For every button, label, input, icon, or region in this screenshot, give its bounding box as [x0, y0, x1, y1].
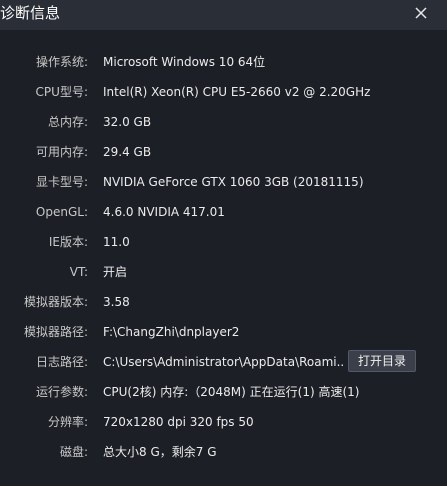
- vt-label: VT:: [69, 265, 88, 279]
- row-disk: 磁盘: 总大小8 G，剩余7 G: [0, 437, 447, 467]
- cpu-value: Intel(R) Xeon(R) CPU E5-2660 v2 @ 2.20GH…: [103, 85, 371, 99]
- close-icon[interactable]: [411, 3, 431, 23]
- available-memory-value: 29.4 GB: [103, 145, 152, 159]
- emulator-path-value: F:\ChangZhi\dnplayer2: [103, 325, 240, 339]
- resolution-label: 分辨率:: [47, 415, 88, 429]
- row-resolution: 分辨率: 720x1280 dpi 320 fps 50: [0, 407, 447, 437]
- os-label: 操作系统:: [35, 55, 88, 69]
- emulator-version-label: 模拟器版本:: [23, 295, 88, 309]
- row-cpu: CPU型号: Intel(R) Xeon(R) CPU E5-2660 v2 @…: [0, 77, 447, 107]
- row-available-memory: 可用内存: 29.4 GB: [0, 137, 447, 167]
- row-run-params: 运行参数: CPU(2核) 内存:（2048M) 正在运行(1) 高速(1): [0, 377, 447, 407]
- opengl-value: 4.6.0 NVIDIA 417.01: [103, 205, 225, 219]
- row-emulator-path: 模拟器路径: F:\ChangZhi\dnplayer2: [0, 317, 447, 347]
- total-memory-label: 总内存:: [47, 115, 88, 129]
- resolution-value: 720x1280 dpi 320 fps 50: [103, 415, 254, 429]
- row-total-memory: 总内存: 32.0 GB: [0, 107, 447, 137]
- row-vt: VT: 开启: [0, 257, 447, 287]
- row-opengl: OpenGL: 4.6.0 NVIDIA 417.01: [0, 197, 447, 227]
- os-value: Microsoft Windows 10 64位: [103, 55, 266, 69]
- total-memory-value: 32.0 GB: [103, 115, 152, 129]
- row-ie-version: IE版本: 11.0: [0, 227, 447, 257]
- opengl-label: OpenGL:: [35, 205, 88, 219]
- cpu-label: CPU型号:: [35, 85, 88, 99]
- row-log-path: 日志路径: C:\Users\Administrator\AppData\Roa…: [0, 347, 447, 377]
- run-params-label: 运行参数:: [35, 385, 88, 399]
- available-memory-label: 可用内存:: [35, 145, 88, 159]
- dialog-title: 诊断信息: [0, 4, 61, 22]
- row-os: 操作系统: Microsoft Windows 10 64位: [0, 47, 447, 77]
- title-bar: 诊断信息: [0, 0, 447, 30]
- emulator-path-label: 模拟器路径:: [23, 325, 88, 339]
- vt-value: 开启: [103, 265, 128, 279]
- open-directory-button[interactable]: 打开目录: [348, 350, 416, 372]
- emulator-version-value: 3.58: [103, 295, 130, 309]
- ie-version-label: IE版本:: [48, 235, 88, 249]
- ie-version-value: 11.0: [103, 235, 130, 249]
- gpu-label: 显卡型号:: [35, 175, 88, 189]
- diagnostic-info-dialog: 诊断信息 操作系统: Microsoft Windows 10 64位 CPU型…: [0, 0, 447, 486]
- gpu-value: NVIDIA GeForce GTX 1060 3GB (20181115): [103, 175, 364, 189]
- disk-value: 总大小8 G，剩余7 G: [103, 445, 217, 459]
- row-gpu: 显卡型号: NVIDIA GeForce GTX 1060 3GB (20181…: [0, 167, 447, 197]
- log-path-label: 日志路径:: [35, 355, 88, 369]
- info-list: 操作系统: Microsoft Windows 10 64位 CPU型号: In…: [0, 47, 447, 467]
- run-params-value: CPU(2核) 内存:（2048M) 正在运行(1) 高速(1): [103, 385, 360, 399]
- disk-label: 磁盘:: [59, 445, 88, 459]
- row-emulator-version: 模拟器版本: 3.58: [0, 287, 447, 317]
- log-path-value: C:\Users\Administrator\AppData\Roami...: [103, 355, 343, 369]
